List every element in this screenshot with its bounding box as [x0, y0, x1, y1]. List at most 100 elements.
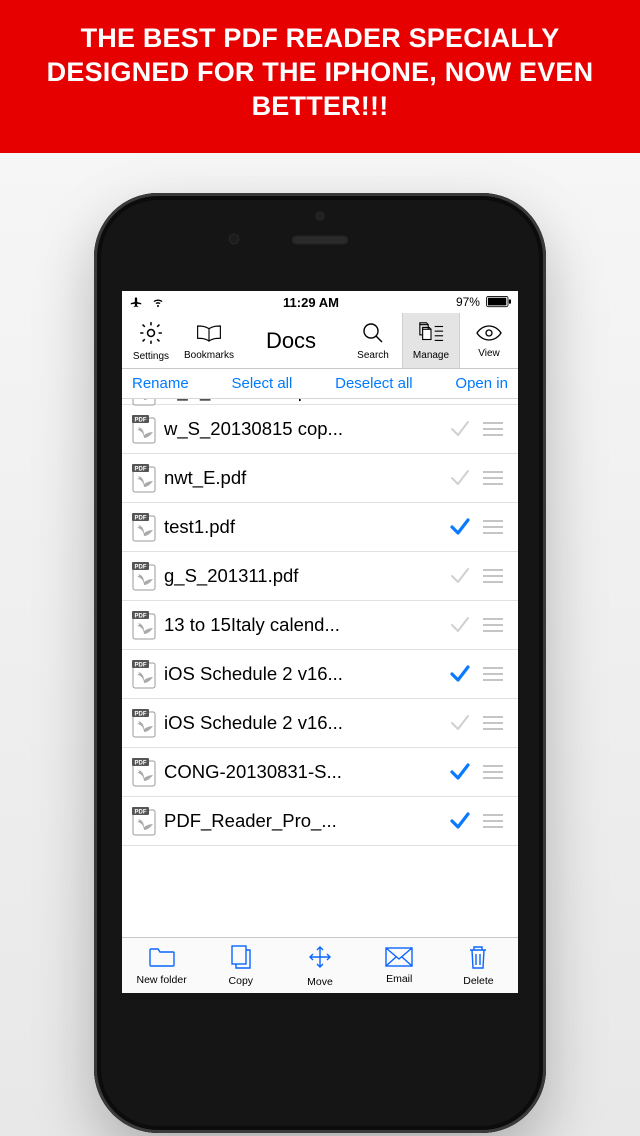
- file-row[interactable]: PDF 13 to 15Italy calend...: [122, 601, 518, 650]
- check-icon[interactable]: [444, 809, 476, 833]
- file-name: iOS Schedule 2 v16...: [160, 663, 444, 685]
- pdf-icon: PDF: [130, 399, 160, 406]
- file-name: PDF_Reader_Pro_...: [160, 810, 444, 832]
- delete-button[interactable]: Delete: [439, 938, 518, 993]
- action-row: Rename Select all Deselect all Open in: [122, 369, 518, 399]
- file-list[interactable]: PDF w_S_20130815.pdf PDF w_S_20130815 co…: [122, 399, 518, 937]
- folder-icon: [147, 945, 177, 972]
- email-label: Email: [386, 973, 412, 985]
- check-icon[interactable]: [444, 515, 476, 539]
- file-row[interactable]: PDF g_S_201311.pdf: [122, 552, 518, 601]
- drag-handle-icon[interactable]: [476, 469, 510, 487]
- airplane-icon: [128, 295, 144, 309]
- pdf-icon: PDF: [130, 806, 160, 836]
- pdf-icon: PDF: [130, 610, 160, 640]
- bookmarks-button[interactable]: Bookmarks: [180, 313, 238, 368]
- svg-text:PDF: PDF: [135, 565, 147, 571]
- check-icon[interactable]: [444, 466, 476, 490]
- view-button[interactable]: View: [460, 313, 518, 368]
- svg-text:PDF: PDF: [135, 418, 147, 424]
- svg-text:PDF: PDF: [135, 614, 147, 620]
- pdf-icon: PDF: [130, 708, 160, 738]
- bottom-toolbar: New folder Copy Move Email Delete: [122, 937, 518, 993]
- file-name: w_S_20130815 cop...: [160, 418, 444, 440]
- file-name: iOS Schedule 2 v16...: [160, 712, 444, 734]
- drag-handle-icon[interactable]: [476, 665, 510, 683]
- file-name: 13 to 15Italy calend...: [160, 614, 444, 636]
- drag-handle-icon[interactable]: [476, 567, 510, 585]
- status-bar: 11:29 AM 97%: [122, 291, 518, 313]
- file-row[interactable]: PDF iOS Schedule 2 v16...: [122, 699, 518, 748]
- check-icon[interactable]: [444, 399, 476, 403]
- check-icon[interactable]: [444, 613, 476, 637]
- move-label: Move: [307, 976, 333, 988]
- pdf-icon: PDF: [130, 757, 160, 787]
- drag-handle-icon[interactable]: [476, 616, 510, 634]
- file-row[interactable]: PDF iOS Schedule 2 v16...: [122, 650, 518, 699]
- drag-handle-icon[interactable]: [476, 714, 510, 732]
- wifi-icon: [150, 296, 166, 308]
- check-icon[interactable]: [444, 564, 476, 588]
- drag-handle-icon[interactable]: [476, 763, 510, 781]
- copy-button[interactable]: Copy: [201, 938, 280, 993]
- pdf-icon: PDF: [130, 659, 160, 689]
- deselect-all-button[interactable]: Deselect all: [335, 375, 413, 392]
- pdf-icon: PDF: [130, 463, 160, 493]
- file-name: test1.pdf: [160, 516, 444, 538]
- file-name: nwt_E.pdf: [160, 467, 444, 489]
- settings-label: Settings: [133, 351, 169, 362]
- new-folder-button[interactable]: New folder: [122, 938, 201, 993]
- drag-handle-icon[interactable]: [476, 812, 510, 830]
- rename-button[interactable]: Rename: [132, 375, 189, 392]
- drag-handle-icon[interactable]: [476, 518, 510, 536]
- file-row[interactable]: PDF PDF_Reader_Pro_...: [122, 797, 518, 846]
- gear-icon: [138, 320, 164, 349]
- file-row[interactable]: PDF CONG-20130831-S...: [122, 748, 518, 797]
- battery-percent: 97%: [456, 295, 480, 309]
- check-icon[interactable]: [444, 662, 476, 686]
- search-button[interactable]: Search: [344, 313, 402, 368]
- new-folder-label: New folder: [137, 974, 187, 986]
- book-icon: [195, 321, 223, 348]
- select-all-button[interactable]: Select all: [231, 375, 292, 392]
- manage-icon: [418, 321, 444, 348]
- svg-text:PDF: PDF: [135, 467, 147, 473]
- view-label: View: [478, 348, 500, 359]
- bookmarks-label: Bookmarks: [184, 350, 234, 361]
- file-name: w_S_20130815.pdf: [160, 399, 444, 402]
- pdf-icon: PDF: [130, 414, 160, 444]
- manage-label: Manage: [413, 350, 449, 361]
- settings-button[interactable]: Settings: [122, 313, 180, 368]
- move-icon: [306, 943, 334, 974]
- file-row[interactable]: PDF test1.pdf: [122, 503, 518, 552]
- clock: 11:29 AM: [283, 295, 339, 310]
- trash-icon: [466, 944, 490, 973]
- page-title: Docs: [238, 313, 344, 368]
- manage-button[interactable]: Manage: [402, 313, 460, 368]
- battery-icon: [486, 296, 512, 308]
- drag-handle-icon[interactable]: [476, 420, 510, 438]
- screen: 11:29 AM 97% Settings Bookmarks: [122, 291, 518, 993]
- move-button[interactable]: Move: [280, 938, 359, 993]
- delete-label: Delete: [463, 975, 493, 987]
- promo-banner: THE BEST PDF READER SPECIALLY DESIGNED F…: [0, 0, 640, 153]
- mail-icon: [384, 946, 414, 971]
- svg-text:PDF: PDF: [135, 712, 147, 718]
- email-button[interactable]: Email: [360, 938, 439, 993]
- copy-label: Copy: [229, 975, 254, 987]
- file-name: CONG-20130831-S...: [160, 761, 444, 783]
- copy-icon: [228, 944, 254, 973]
- phone-frame: 11:29 AM 97% Settings Bookmarks: [94, 193, 546, 1133]
- search-icon: [361, 321, 385, 348]
- svg-text:PDF: PDF: [135, 761, 147, 767]
- file-row[interactable]: PDF nwt_E.pdf: [122, 454, 518, 503]
- check-icon[interactable]: [444, 760, 476, 784]
- promo-text: THE BEST PDF READER SPECIALLY DESIGNED F…: [47, 23, 594, 121]
- open-in-button[interactable]: Open in: [455, 375, 508, 392]
- file-row[interactable]: PDF w_S_20130815 cop...: [122, 405, 518, 454]
- file-name: g_S_201311.pdf: [160, 565, 444, 587]
- eye-icon: [475, 323, 503, 346]
- drag-handle-icon[interactable]: [476, 399, 510, 400]
- check-icon[interactable]: [444, 711, 476, 735]
- check-icon[interactable]: [444, 417, 476, 441]
